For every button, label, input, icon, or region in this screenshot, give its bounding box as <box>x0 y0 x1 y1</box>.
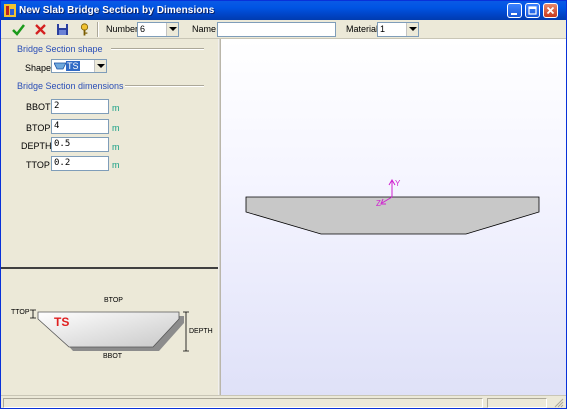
bbot-input[interactable]: 2 <box>51 99 109 114</box>
y-axis-label: Y <box>395 179 401 188</box>
ttop-unit: m <box>112 160 120 170</box>
bbot-diagram-label: BBOT <box>103 353 123 360</box>
maximize-icon <box>528 6 537 15</box>
app-icon <box>4 4 16 17</box>
btop-label: BTOP <box>26 123 51 133</box>
btop-input[interactable]: 4 <box>51 119 109 134</box>
material-select[interactable]: 1 <box>377 22 419 37</box>
window-title: New Slab Bridge Section by Dimensions <box>19 5 215 16</box>
status-pane-main <box>3 398 483 408</box>
material-dropdown-arrow[interactable] <box>406 23 418 36</box>
bbot-label: BBOT <box>26 102 51 112</box>
dialog-window: New Slab Bridge Section by Dimensions Nu… <box>0 0 567 409</box>
title-bar[interactable]: New Slab Bridge Section by Dimensions <box>1 1 566 20</box>
help-key-icon[interactable] <box>77 22 92 37</box>
slab-section-outline <box>245 196 540 235</box>
depth-unit: m <box>112 142 120 152</box>
material-value: 1 <box>380 24 386 34</box>
shape-group-title: Bridge Section shape <box>17 44 103 54</box>
number-label: Number <box>106 24 139 34</box>
cancel-x-icon[interactable] <box>33 22 48 37</box>
save-disk-icon[interactable] <box>55 22 70 37</box>
shape-dropdown-arrow[interactable] <box>94 60 106 72</box>
ttop-input[interactable]: 0.2 <box>51 156 109 171</box>
depth-label: DEPTH <box>21 141 52 151</box>
number-value: 6 <box>140 24 146 34</box>
name-label: Name <box>192 24 217 34</box>
section-viewport[interactable]: Y Z <box>221 39 566 395</box>
btop-unit: m <box>112 123 120 133</box>
depth-diagram-label: DEPTH <box>189 328 213 335</box>
resize-grip-icon[interactable] <box>553 397 564 408</box>
btop-diagram-label: BTOP <box>104 297 123 304</box>
close-button[interactable] <box>543 3 558 18</box>
depth-input[interactable]: 0.5 <box>51 137 109 152</box>
group-divider <box>125 85 204 87</box>
toolbar: Number 6 Name Material 1 <box>1 20 566 39</box>
minimize-button[interactable] <box>507 3 522 18</box>
z-axis-label: Z <box>376 199 381 208</box>
status-bar <box>1 395 566 408</box>
shape-value: TS <box>66 61 80 71</box>
checkmark-icon[interactable] <box>11 22 26 37</box>
chevron-down-icon <box>409 27 417 31</box>
ttop-dimension-marker <box>30 309 36 319</box>
properties-panel: Bridge Section shape Shape TS Bridge Sec… <box>1 39 218 268</box>
section-diagram: BTOP BBOT DEPTH TTOP TS <box>1 269 218 395</box>
group-divider <box>111 48 204 50</box>
ttop-diagram-label: TTOP <box>11 309 30 316</box>
number-select[interactable]: 6 <box>137 22 179 37</box>
status-pane-right <box>487 398 547 408</box>
toolbar-separator <box>97 22 99 37</box>
ttop-label: TTOP <box>26 160 50 170</box>
dimensions-group-title: Bridge Section dimensions <box>17 81 124 91</box>
chevron-down-icon <box>169 27 177 31</box>
shape-code-label: TS <box>54 315 70 329</box>
minimize-icon <box>511 13 517 15</box>
section-diagram-drawing <box>30 309 189 352</box>
shape-label: Shape <box>25 63 52 73</box>
name-input[interactable] <box>217 22 336 37</box>
bbot-unit: m <box>112 103 120 113</box>
number-dropdown-arrow[interactable] <box>166 23 178 36</box>
chevron-down-icon <box>97 64 105 68</box>
maximize-button[interactable] <box>525 3 540 18</box>
section-preview <box>245 179 540 235</box>
close-icon <box>546 6 555 15</box>
shape-select[interactable]: TS <box>51 59 107 73</box>
material-label: Material <box>346 24 379 34</box>
slab-section-icon <box>54 62 66 70</box>
